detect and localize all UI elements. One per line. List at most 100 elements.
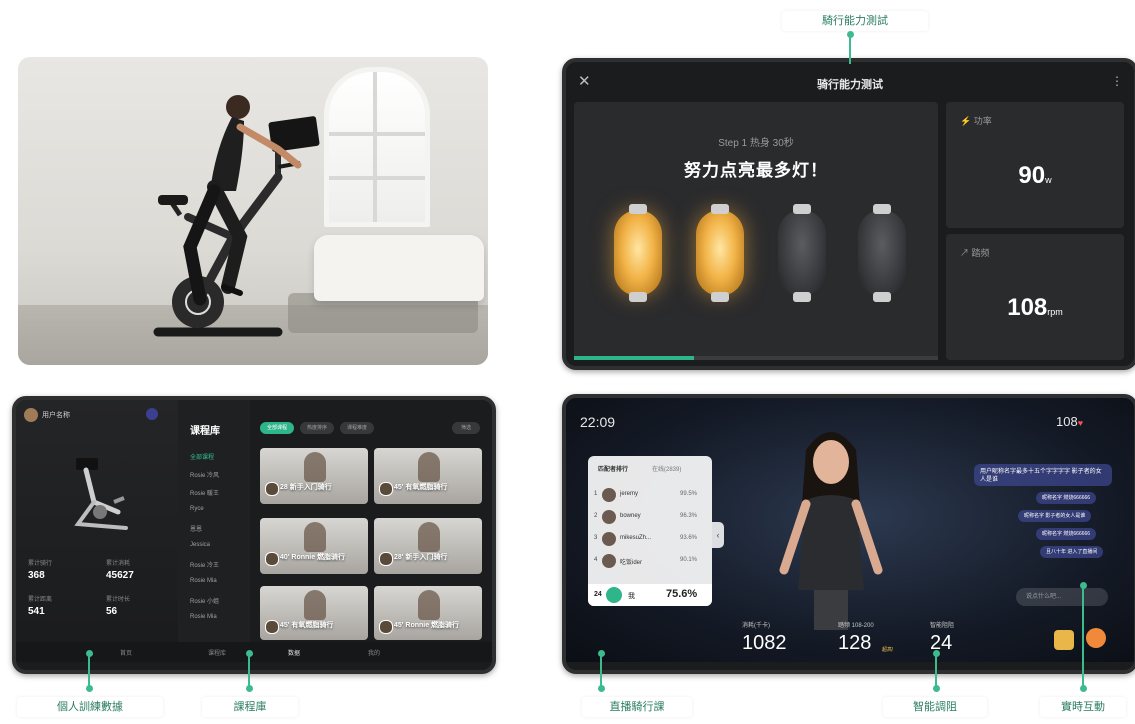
metric-label: 智能阻阻 (930, 623, 955, 629)
course-card[interactable]: 45' Ronnie 燃脂骑行 (374, 586, 482, 640)
course-card[interactable]: 28 新手入门骑行 (260, 448, 368, 504)
avatar (602, 532, 616, 546)
callout-personal-data: 個人訓練數據 (17, 697, 163, 717)
filter-pill[interactable]: 热度排序 (300, 422, 334, 434)
test-progress-fill (574, 356, 695, 360)
power-value: 90w (1018, 162, 1052, 189)
instructor-video-illustration (779, 432, 883, 630)
metric-label: 消耗(千卡) (742, 623, 770, 629)
power-label: ⚡ 功率 (960, 116, 992, 126)
stat-label: 累计距离 (28, 597, 53, 603)
nav-data[interactable]: 数据 (288, 648, 300, 657)
avatar (379, 482, 393, 496)
test-title: 骑行能力测试 (817, 79, 883, 91)
personal-data-panel: 用户名称 累计骑行 368 累计消耗 45627 累计距离 541 累计时长 5… (16, 400, 178, 662)
ranking-row: 3 mikesuZh... 93.6% (594, 530, 706, 548)
tab-online[interactable]: 在线(2839) (652, 464, 681, 473)
menu-item[interactable]: Rosie 小姐 (190, 596, 219, 605)
callout-smart-resistance: 智能調阻 (883, 697, 987, 717)
cadence-value: 108rpm (1007, 294, 1063, 321)
chat-message: 昵称名字 燃烧666666 (1036, 528, 1097, 540)
callout-dot (246, 685, 253, 692)
step-text: Step 1 热身 30秒 (718, 138, 794, 149)
user-name: 用户名称 (42, 412, 70, 419)
callout-dot (598, 685, 605, 692)
callout-test: 騎行能力測試 (782, 11, 928, 31)
nav-library[interactable]: 课程库 (208, 648, 226, 657)
menu-item[interactable]: Rosie 冷风 (190, 470, 219, 479)
nav-home[interactable]: 首页 (120, 648, 132, 657)
ranking-panel: 匹配者排行 在线(2839) 1 jeremy 99.5% 2 bowney 9… (588, 456, 712, 606)
cadence-card: ↗ 踏频 108rpm (946, 234, 1124, 360)
test-progress-bar (574, 356, 938, 360)
chevron-left-icon[interactable]: ‹ (712, 522, 724, 548)
menu-item[interactable]: Rosie Mia (190, 578, 217, 584)
product-photo (18, 57, 488, 365)
nav-me[interactable]: 我的 (368, 648, 380, 657)
avatar (379, 552, 393, 566)
tab-ranking[interactable]: 匹配者排行 (598, 464, 628, 473)
course-card[interactable]: 45' 有氧燃脂骑行 (374, 448, 482, 504)
filter-button[interactable]: 筛选 (452, 422, 480, 434)
callout-line (1082, 586, 1084, 688)
stat-label: 累计消耗 (106, 561, 131, 567)
menu-item[interactable]: Ryce (190, 506, 204, 512)
course-title: 45' 有氧燃脂骑行 (280, 622, 334, 629)
avatar (602, 510, 616, 524)
menu-item[interactable]: 恩恩 (190, 524, 202, 533)
course-title: 40' Ronnie 燃脂骑行 (280, 554, 346, 561)
menu-item[interactable]: Jessica (190, 542, 210, 548)
kebab-icon[interactable]: ⋮ (1111, 74, 1123, 88)
avatar (265, 482, 279, 496)
menu-item[interactable]: Rosie 暖王 (190, 488, 219, 497)
course-card[interactable]: 40' Ronnie 燃脂骑行 (260, 518, 368, 574)
callout-dot (933, 685, 940, 692)
menu-item[interactable]: Rosie Mia (190, 614, 217, 620)
course-card[interactable]: 45' 有氧燃脂骑行 (260, 586, 368, 640)
ranking-row: 2 bowney 96.3% (594, 508, 706, 526)
library-menu: 课程库 全部课程 Rosie 冷风 Rosie 暖王 Ryce 恩恩 Jessi… (178, 400, 250, 662)
filter-pill[interactable]: 课程难度 (340, 422, 374, 434)
ranking-row: 4 吃饭ider 90.1% (594, 552, 706, 570)
avatar (602, 554, 616, 568)
gift-icon[interactable] (1054, 630, 1074, 650)
stat-value: 45627 (106, 570, 134, 581)
test-main-panel: Step 1 热身 30秒 努力点亮最多灯！ (574, 102, 938, 360)
light-bulb-icon (778, 204, 826, 302)
ranking-row: 1 jeremy 99.5% (594, 486, 706, 504)
chat-message: 用户昵称名字最多十五个字字字字 影子者的女人是谁 (974, 464, 1112, 486)
course-title: 45' Ronnie 燃脂骑行 (394, 622, 460, 629)
rider-on-bike-illustration (153, 95, 320, 337)
callout-live-class: 直播騎行課 (582, 697, 692, 717)
stat-label: 累计骑行 (28, 561, 53, 567)
avatar[interactable] (24, 408, 38, 422)
callout-dot (1080, 685, 1087, 692)
menu-item[interactable]: Rosie 冷王 (190, 560, 219, 569)
bike-icon (74, 458, 128, 530)
callout-line (600, 654, 602, 688)
course-library-screen: 用户名称 累计骑行 368 累计消耗 45627 累计距离 541 累计时长 5… (12, 396, 496, 674)
chat-input[interactable]: 说点什么吧... (1016, 588, 1108, 606)
metric-label: 踏频 108-200 (838, 623, 874, 629)
chat-icon[interactable] (1086, 628, 1106, 648)
course-title: 28' 新手入门骑行 (394, 554, 448, 561)
ability-test-screen: ✕ 骑行能力测试 ⋮ Step 1 热身 30秒 努力点亮最多灯！ ⚡ 功率 9… (562, 58, 1135, 370)
course-card[interactable]: 28' 新手入门骑行 (374, 518, 482, 574)
stat-value: 56 (106, 606, 118, 617)
bolt-icon: ⚡ (960, 116, 974, 126)
callout-library: 課程庫 (202, 697, 298, 717)
light-bulb-icon (858, 204, 906, 302)
callout-dot (86, 685, 93, 692)
callout-line (88, 654, 90, 688)
cadence-tag: 超高! (882, 647, 894, 653)
badge-icon[interactable] (146, 408, 158, 420)
heart-icon: ♥ (1077, 418, 1084, 428)
stat-label: 累计时长 (106, 597, 131, 603)
filter-pill[interactable]: 全部课程 (260, 422, 294, 434)
menu-item[interactable]: 全部课程 (190, 452, 214, 461)
light-bulb-icon (696, 204, 744, 302)
window (324, 67, 430, 227)
callout-line (849, 34, 851, 64)
calories-value: 1082 (742, 632, 787, 654)
chat-message: 昵称名字 影子者的女人是谁 (1018, 510, 1092, 522)
